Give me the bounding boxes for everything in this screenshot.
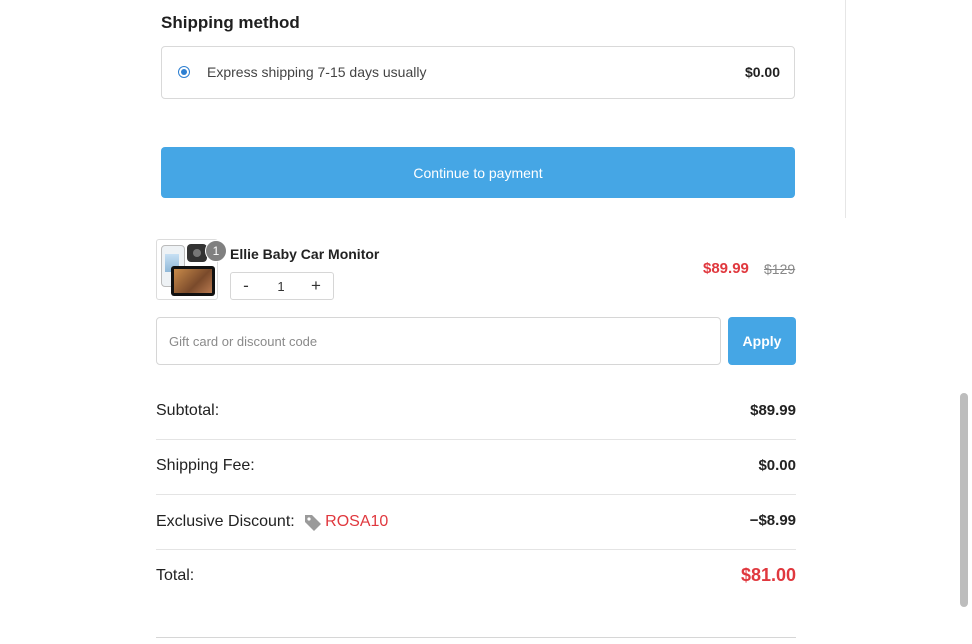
radio-selected-icon[interactable] [178, 66, 190, 78]
discount-row: Exclusive Discount: ROSA10 −$8.99 [156, 495, 796, 550]
subtotal-value: $89.99 [750, 402, 796, 419]
divider [156, 637, 796, 638]
apply-button[interactable]: Apply [728, 317, 796, 365]
column-divider [845, 0, 846, 218]
discount-label: Exclusive Discount: [156, 513, 295, 531]
discount-code: ROSA10 [325, 513, 389, 530]
shipping-fee-row: Shipping Fee: $0.00 [156, 440, 796, 495]
total-row: Total: $81.00 [156, 550, 796, 605]
tag-icon [305, 515, 322, 531]
camera-image [187, 244, 207, 262]
subtotal-label: Subtotal: [156, 402, 220, 419]
discount-value: −$8.99 [749, 512, 796, 529]
total-value: $81.00 [740, 565, 796, 585]
shipping-fee-label: Shipping Fee: [156, 457, 255, 474]
discount-label-group: Exclusive Discount: ROSA10 [156, 512, 388, 532]
shipping-option-price: $0.00 [744, 64, 780, 80]
product-name: Ellie Baby Car Monitor [230, 246, 380, 262]
quantity-stepper: - 1 + [230, 272, 334, 300]
shipping-option[interactable]: Express shipping 7-15 days usually $0.00 [161, 46, 795, 99]
sale-price: $89.99 [703, 260, 749, 277]
discount-code-input[interactable] [156, 317, 721, 365]
discount-code-tag: ROSA10 [303, 512, 388, 532]
shipping-fee-value: $0.00 [758, 457, 796, 474]
minus-icon[interactable]: - [231, 273, 261, 299]
original-price: $129 [764, 261, 796, 277]
plus-icon[interactable]: + [301, 273, 331, 299]
quantity-badge: 1 [205, 240, 227, 262]
checkout-page: Shipping method Express shipping 7-15 da… [0, 0, 972, 644]
continue-to-payment-button[interactable]: Continue to payment [161, 147, 795, 198]
quantity-value[interactable]: 1 [267, 273, 295, 299]
subtotal-row: Subtotal: $89.99 [156, 385, 796, 440]
monitor-image [171, 266, 215, 296]
total-label: Total: [156, 567, 195, 584]
scrollbar[interactable] [960, 393, 968, 607]
shipping-option-label: Express shipping 7-15 days usually [207, 64, 427, 80]
shipping-method-title: Shipping method [161, 13, 300, 32]
